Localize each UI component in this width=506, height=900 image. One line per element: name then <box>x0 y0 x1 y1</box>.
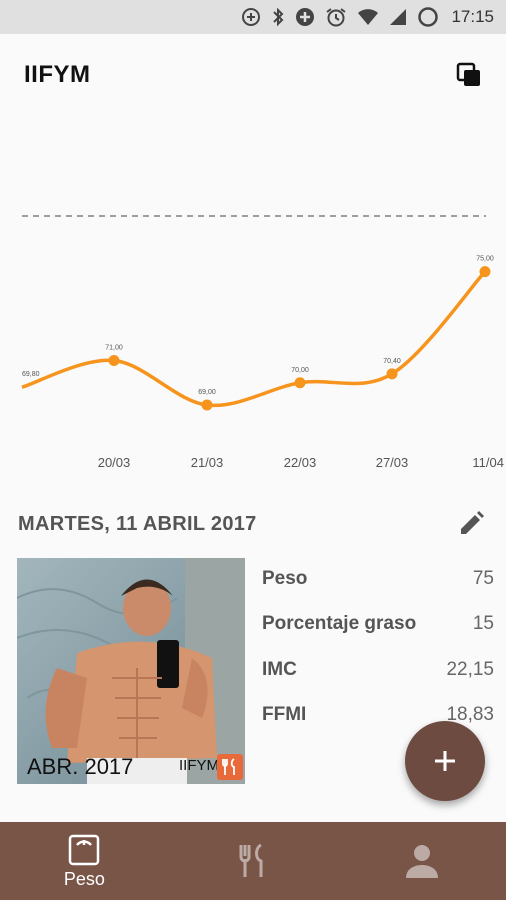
nav-item-profile[interactable] <box>337 822 506 900</box>
app-bar: IIFYM <box>0 34 506 116</box>
status-bar: 17:15 <box>0 0 506 34</box>
photo-caption: ABR. 2017 <box>27 754 134 779</box>
data-label: 75,00 <box>476 256 494 263</box>
scale-icon <box>69 834 100 865</box>
stat-row-weight: Peso 75 <box>262 556 494 602</box>
stat-value: 22,15 <box>446 658 494 680</box>
date-label: MARTES, 11 ABRIL 2017 <box>18 512 257 535</box>
progress-photo[interactable]: ABR. 2017 IIFYM <box>17 558 245 784</box>
data-label: 70,40 <box>383 358 401 365</box>
data-label: 69,80 <box>22 371 40 378</box>
bottom-nav: Peso <box>0 822 506 900</box>
fork-knife-badge-icon <box>217 754 243 780</box>
x-tick-label: 21/03 <box>191 455 224 470</box>
weight-series-line <box>21 270 487 408</box>
data-label: 69,00 <box>198 389 216 396</box>
stat-label: Peso <box>262 567 308 589</box>
data-label: 70,00 <box>291 367 309 374</box>
data-point[interactable] <box>108 355 120 367</box>
add-circle-icon <box>295 7 315 27</box>
data-saver-icon <box>241 7 261 27</box>
x-tick-label: 22/03 <box>284 455 317 470</box>
day-header: MARTES, 11 ABRIL 2017 <box>0 498 506 550</box>
stat-label: Porcentaje graso <box>262 613 417 635</box>
nav-label-weight: Peso <box>63 868 105 889</box>
stats-list: Peso 75 Porcentaje graso 15 IMC 22,15 FF… <box>262 556 494 738</box>
data-point[interactable] <box>201 399 213 411</box>
data-point[interactable] <box>479 266 491 278</box>
nav-item-food[interactable] <box>169 822 338 900</box>
stat-label: IMC <box>262 658 297 680</box>
plus-icon <box>435 751 455 771</box>
stat-label: FFMI <box>262 704 307 726</box>
person-icon <box>405 845 438 878</box>
status-time: 17:15 <box>451 7 494 26</box>
app-title: IIFYM <box>24 61 91 88</box>
alarm-icon <box>325 7 347 27</box>
stat-value: 15 <box>472 613 494 635</box>
x-tick-label: 11/04 <box>472 455 504 470</box>
photo-illustration <box>17 558 245 784</box>
stat-value: 75 <box>472 567 494 589</box>
weight-chart: 69,80 71,00 69,00 70,00 70,40 75,00 20/03 21/03… <box>21 215 504 470</box>
data-label: 71,00 <box>105 345 123 352</box>
battery-icon <box>417 6 439 28</box>
copy-icon[interactable] <box>452 58 486 92</box>
pencil-icon[interactable] <box>454 507 488 541</box>
wifi-icon <box>357 8 379 26</box>
nav-item-weight[interactable]: Peso <box>0 822 169 900</box>
x-tick-label: 27/03 <box>376 455 409 470</box>
data-point[interactable] <box>294 377 306 389</box>
stat-row-body-fat: Porcentaje graso 15 <box>262 602 494 648</box>
stat-row-bmi: IMC 22,15 <box>262 647 494 693</box>
x-tick-label: 20/03 <box>98 455 131 470</box>
photo-brand: IIFYM <box>179 757 219 774</box>
bluetooth-icon <box>271 7 285 27</box>
data-point[interactable] <box>386 368 398 380</box>
fork-knife-icon <box>239 843 263 877</box>
add-entry-button[interactable] <box>405 721 485 801</box>
signal-icon <box>389 8 407 26</box>
